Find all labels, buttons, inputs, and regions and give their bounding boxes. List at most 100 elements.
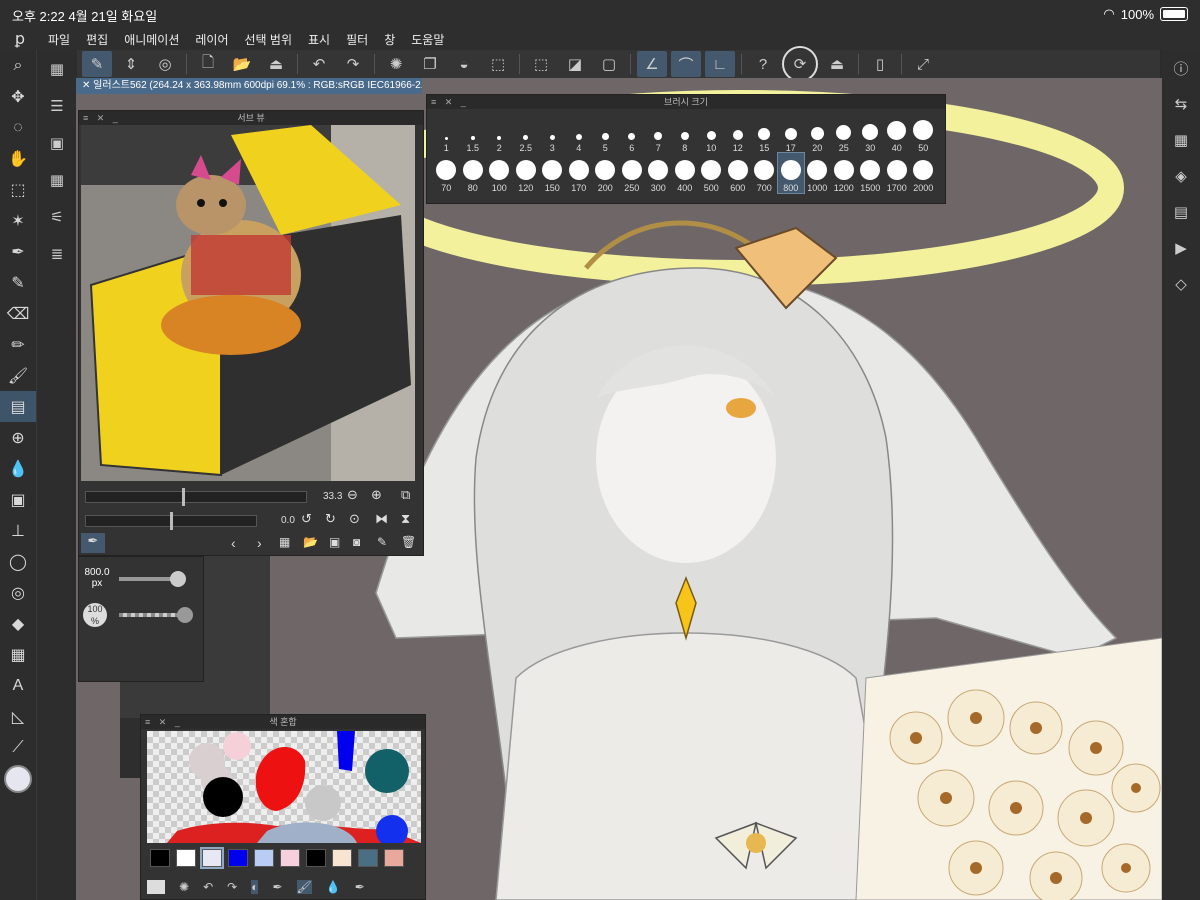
panel-controls[interactable]: ≡ ✕ _ [145,715,183,729]
size-slider-handle[interactable] [170,571,187,587]
photo-icon[interactable]: ▣ [329,535,340,549]
sliders-icon[interactable]: ⚟ [37,198,77,235]
color-swatch[interactable] [150,849,170,867]
balloon-tool-icon[interactable]: ◯ [0,546,36,577]
brush-size-option[interactable]: 300 [645,153,672,193]
brush-size-option[interactable]: 200 [592,153,619,193]
brush-size-option[interactable]: 2 [486,113,513,153]
airbrush-tool-icon[interactable]: ▤ [0,391,36,422]
panel-controls[interactable]: ≡ ✕ _ [431,95,469,109]
brush-size-option[interactable]: 4 [566,113,593,153]
brush-size-option[interactable]: 2000 [910,153,937,193]
brush-size-option[interactable]: 170 [566,153,593,193]
brush-size-option[interactable]: 12 [725,113,752,153]
line-tool-icon[interactable]: ◺ [0,701,36,732]
close-icon[interactable]: ✕ [82,80,93,91]
rotate-canvas-icon[interactable]: ⟳ [782,46,818,82]
brush-size-option[interactable]: 6 [619,113,646,153]
updown-icon[interactable]: ⇕ [116,51,146,77]
brush-size-option[interactable]: 120 [513,153,540,193]
zoom-tool-icon[interactable]: ⌕ [0,50,36,81]
film-icon[interactable]: ▦ [37,50,77,87]
color-swatch[interactable] [358,849,378,867]
grid-icon[interactable]: ▦ [37,161,77,198]
correction-tool-icon[interactable]: ⟋ [0,732,36,763]
deselect-icon[interactable]: ⬚ [526,51,556,77]
brush-size-option[interactable]: 500 [698,153,725,193]
opacity-slider-handle[interactable] [177,607,193,623]
brush-size-option[interactable]: 17 [778,113,805,153]
color-swatch[interactable] [306,849,326,867]
move-tool-icon[interactable]: ✥ [0,81,36,112]
brush-size-option[interactable]: 250 [619,153,646,193]
trash-icon[interactable]: 🗑 [401,535,416,549]
document-tab[interactable]: ✕ 일러스트562 (264.24 x 363.98mm 600dpi 69.1… [76,78,422,94]
rotation-slider[interactable] [85,512,257,530]
lasso-tool-icon[interactable]: ◌ [0,112,36,143]
fill-icon[interactable]: ◒ [449,51,479,77]
eraser-bucket-icon[interactable]: ⏏ [822,51,852,77]
select-layer-icon[interactable]: ⬚ [0,174,36,205]
properties-icon[interactable]: ▤ [1162,194,1200,230]
zoom-slider[interactable] [85,488,307,506]
layers-icon[interactable]: ◇ [1162,266,1200,302]
brush-size-option[interactable]: 70 [433,153,460,193]
decoration-tool-icon[interactable]: ⊕ [0,422,36,453]
brush-size-option[interactable]: 400 [672,153,699,193]
color-swatch[interactable] [176,849,196,867]
gradient-tool-icon[interactable]: ▣ [0,484,36,515]
next-icon[interactable]: › [257,535,262,551]
menu-help[interactable]: 도움말 [403,31,452,48]
brush-size-option[interactable]: 150 [539,153,566,193]
fit-icon[interactable]: ⧉ [401,487,410,503]
menu-layer[interactable]: 레이어 [187,31,236,48]
opacity-slider[interactable] [119,613,185,617]
brush-size-option[interactable]: 1000 [804,153,831,193]
brush-size-option[interactable]: 7 [645,113,672,153]
palette-icon[interactable]: ▣ [37,124,77,161]
zoom-in-icon[interactable]: ⊕ [371,487,382,503]
menu-animation[interactable]: 애니메이션 [116,31,187,48]
color-swatch[interactable] [332,849,352,867]
brush-icon[interactable]: 🖌 [296,880,312,894]
fill-tool-icon[interactable]: ◆ [0,608,36,639]
brush-size-option[interactable]: 800 [776,152,805,194]
ruler-icon[interactable]: ∟ [705,51,735,77]
brush-size-option[interactable]: 1500 [857,153,884,193]
brush-size-option[interactable]: 30 [857,113,884,153]
brush-size-option[interactable]: 40 [884,113,911,153]
brush-tool-icon[interactable]: 🖌 [0,360,36,391]
copy-layer-icon[interactable]: ❐ [415,51,445,77]
brush-size-option[interactable]: 10 [698,113,725,153]
pen-tool-icon[interactable]: ✎ [0,267,36,298]
redo-icon[interactable]: ↷ [338,51,368,77]
app-logo-icon[interactable]: ꝑ [0,29,40,49]
brush-size-option[interactable]: 2.5 [513,113,540,153]
menu-window[interactable]: 창 [376,31,403,48]
color-swatch[interactable] [200,847,224,869]
color-swatch[interactable] [228,849,248,867]
eyedropper-icon[interactable]: ✒ [355,880,365,894]
transfer-icon[interactable]: ⇆ [1162,86,1200,122]
rotation-slider-handle[interactable] [170,512,173,530]
loading-icon[interactable]: ✺ [381,51,411,77]
reference-photo[interactable] [81,125,415,481]
invert-selection-icon[interactable]: ◪ [560,51,590,77]
list-icon[interactable]: ☰ [37,87,77,124]
brush-curve-icon[interactable]: ⌒ [671,51,701,77]
target-icon[interactable]: ◎ [150,51,180,77]
menu-selection[interactable]: 선택 범위 [237,31,301,48]
fullscreen-icon[interactable]: ⤢ [908,51,938,77]
table-icon[interactable]: ▦ [1162,122,1200,158]
hand-tool-icon[interactable]: ✋ [0,143,36,174]
new-file-icon[interactable]: 🗋 [193,51,223,77]
text-tool-icon[interactable]: A [0,670,36,701]
menu-filter[interactable]: 필터 [338,31,376,48]
color-swatch[interactable] [384,849,404,867]
eyedropper-icon[interactable]: ✒ [0,236,36,267]
spinner-icon[interactable]: ✺ [179,880,189,894]
brush-size-option[interactable]: 15 [751,113,778,153]
transform-icon[interactable]: ⬚ [483,51,513,77]
stamp-tool-icon[interactable]: ⊥ [0,515,36,546]
blend-brush-icon[interactable]: ✒ [272,880,282,894]
